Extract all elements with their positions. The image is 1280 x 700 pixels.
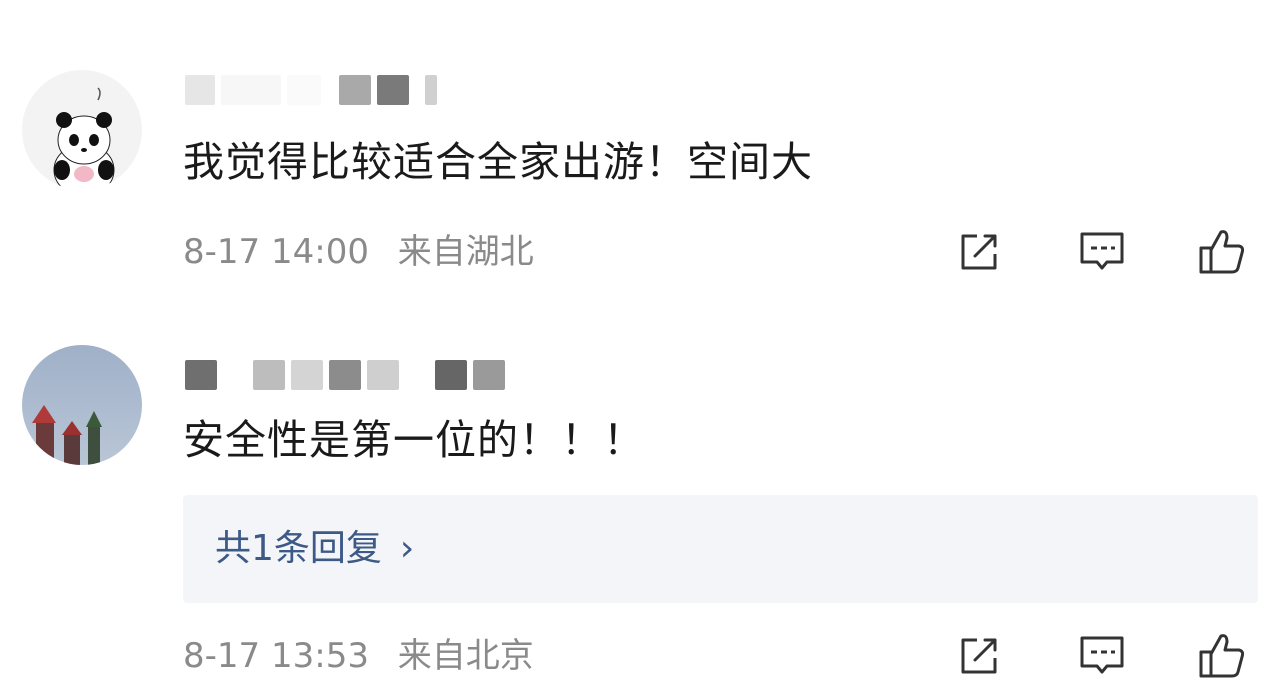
reply-summary: 共1条回复 › [215,527,414,571]
redacted-block [329,360,361,390]
avatar[interactable] [22,345,142,465]
redacted-block [473,360,505,390]
redacted-block [339,75,371,105]
redacted-block [287,75,321,105]
redacted-block [221,75,281,105]
panda-avatar-image [22,70,142,190]
thumbs-up-icon[interactable] [1197,630,1247,682]
redacted-block [185,75,215,105]
comment-location: 来自湖北 [397,232,534,272]
comment-actions [955,226,1255,278]
redacted-block [377,75,409,105]
reply-summary-button[interactable]: 共1条回复 › [183,495,1258,603]
reply-count-label: 共1条回复 [215,528,382,569]
avatar[interactable] [22,70,142,190]
username-redacted[interactable] [185,70,437,110]
comment-icon[interactable] [1077,226,1127,278]
share-icon[interactable] [955,630,1005,682]
comment-list: 我觉得比较适合全家出游！空间大 8-17 14:00 来自湖北 安全性是第一位的… [0,0,1280,700]
chevron-right-icon: › [399,528,415,569]
redacted-block [253,360,285,390]
username-redacted[interactable] [185,355,505,395]
redacted-block [367,360,399,390]
comment-time: 8-17 14:00 [183,232,369,272]
share-icon[interactable] [955,226,1005,278]
comment-time: 8-17 13:53 [183,636,369,676]
redacted-block [291,360,323,390]
redacted-block [425,75,437,105]
comment-meta: 8-17 14:00 来自湖北 [183,232,534,272]
redacted-block [435,360,467,390]
comment-icon[interactable] [1077,630,1127,682]
thumbs-up-icon[interactable] [1197,226,1247,278]
comment-text: 我觉得比较适合全家出游！空间大 [183,138,813,186]
comment-text: 安全性是第一位的！！！ [183,416,645,464]
redacted-block [185,360,217,390]
comment-meta: 8-17 13:53 来自北京 [183,636,534,676]
comment-actions [955,630,1255,682]
comment-location: 来自北京 [397,636,534,676]
castle-avatar-image [22,345,142,465]
